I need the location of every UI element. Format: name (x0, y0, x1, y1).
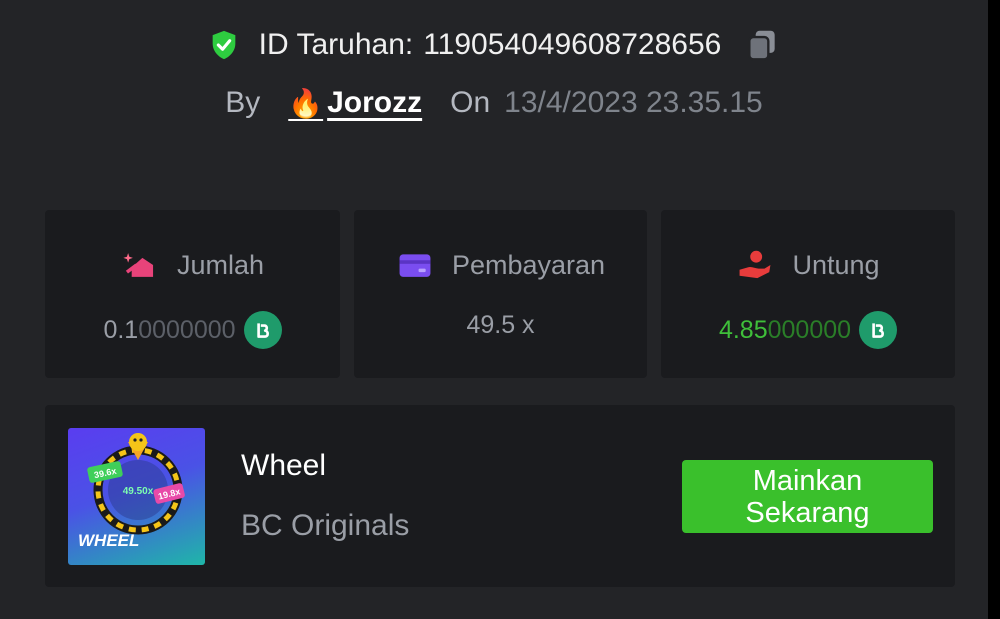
username-link[interactable]: 🔥 Jorozz (288, 86, 422, 120)
bet-details-panel: ID Taruhan: 119054049608728656 By 🔥 Joro… (0, 0, 988, 619)
on-label: On (450, 86, 491, 119)
stat-card-payout: Pembayaran 49.5 x (354, 210, 647, 378)
profit-value: 4.85 (718, 315, 768, 344)
amount-value-trailing: 0000000 (138, 315, 236, 344)
username: Jorozz (327, 86, 423, 119)
stat-label: Jumlah (176, 249, 265, 280)
scrollbar[interactable] (988, 0, 1000, 619)
verified-shield-icon (212, 30, 236, 60)
payout-card-icon (399, 254, 431, 277)
copy-icon[interactable] (743, 26, 781, 64)
bet-stats: Jumlah 0.10000000 Pembayaran 49.5 x Untu… (45, 210, 955, 378)
amount-value: 0.1 (103, 315, 139, 344)
bet-id-value: 119054049608728656 (423, 28, 722, 61)
bc-coin-icon (859, 311, 898, 349)
by-label: By (225, 86, 261, 119)
stat-label: Untung (792, 249, 880, 280)
bet-id-label: ID Taruhan: (258, 28, 414, 61)
author-row: By 🔥 Jorozz On 13/4/2023 23.35.15 (0, 86, 988, 120)
thumb-multiplier-center: 49.50x (123, 486, 154, 497)
game-provider: BC Originals (241, 509, 410, 542)
play-now-button[interactable]: Mainkan Sekarang (682, 460, 933, 533)
bet-date: 13/4/2023 23.35.15 (504, 86, 763, 119)
bc-coin-icon (243, 311, 282, 349)
profit-value-trailing: 000000 (767, 315, 852, 344)
bet-amount-icon (123, 253, 154, 277)
payout-value: 49.5 x (466, 311, 535, 339)
game-card: 39.6x 49.50x 19.8x WHEEL Wheel BC Origin… (45, 405, 955, 587)
game-title[interactable]: Wheel (241, 449, 326, 483)
stat-card-profit: Untung 4.85000000 (661, 210, 955, 378)
thumb-label: WHEEL (78, 531, 140, 550)
fire-icon: 🔥 (288, 87, 324, 119)
stat-card-amount: Jumlah 0.10000000 (45, 210, 340, 378)
stat-label: Pembayaran (451, 249, 606, 280)
game-thumbnail[interactable]: 39.6x 49.50x 19.8x WHEEL (68, 428, 205, 565)
profit-hand-icon (740, 250, 771, 279)
bet-id-row: ID Taruhan: 119054049608728656 (0, 26, 988, 64)
